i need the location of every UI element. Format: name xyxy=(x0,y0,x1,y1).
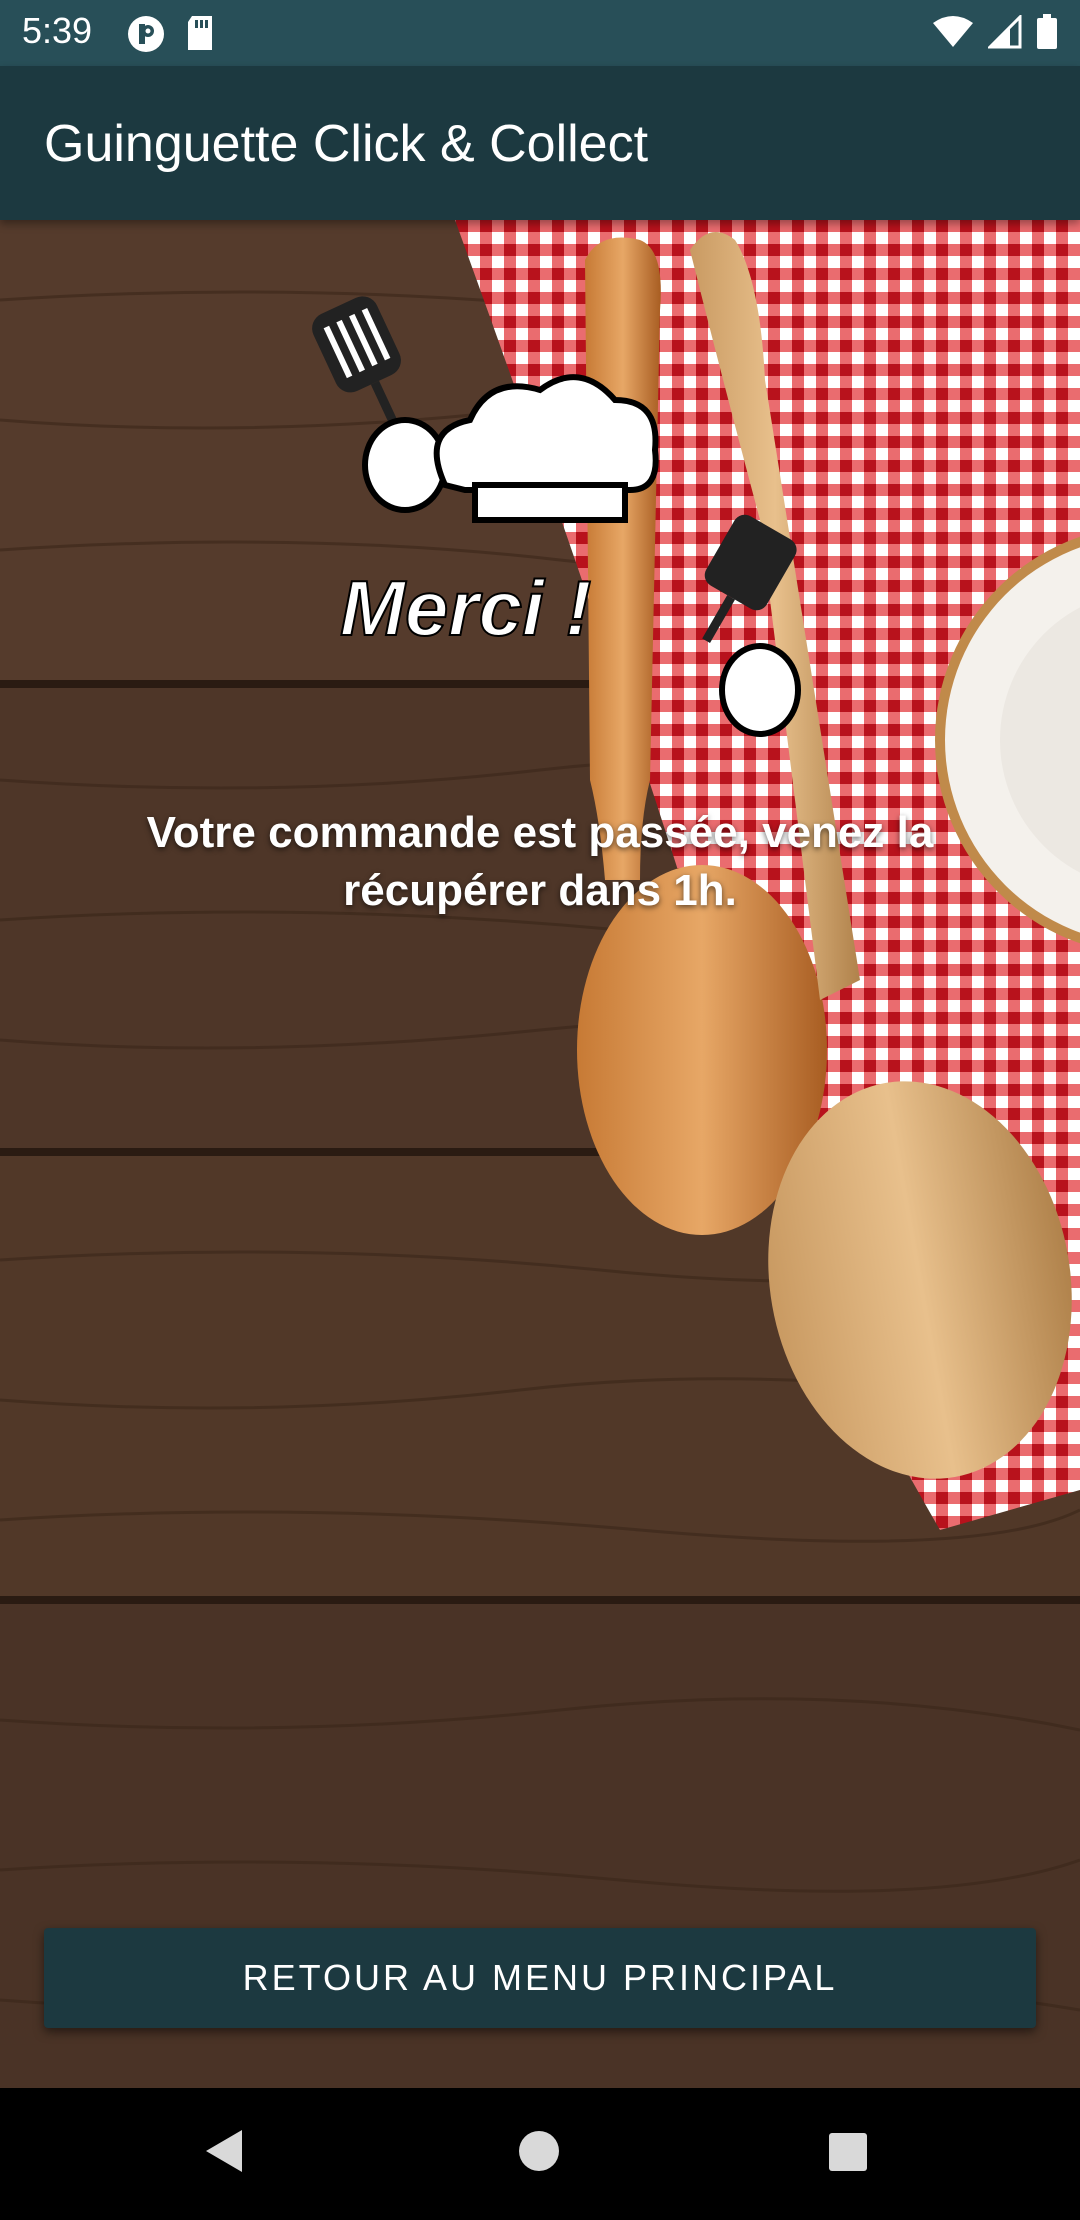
status-bar: 5:39 xyxy=(0,0,1080,66)
wifi-icon xyxy=(933,16,973,47)
battery-icon xyxy=(1037,14,1057,49)
sd-card-icon xyxy=(188,16,212,50)
chef-merci-illustration: Merci ! xyxy=(312,296,801,737)
back-to-main-menu-button[interactable]: RETOUR AU MENU PRINCIPAL xyxy=(44,1928,1036,2028)
status-icons-right xyxy=(932,14,1058,50)
home-icon[interactable] xyxy=(518,2130,560,2172)
main-content: Merci ! Votre commande est passée, venez… xyxy=(0,220,1080,2088)
app-bar: Guinguette Click & Collect xyxy=(0,66,1080,220)
status-icons-left xyxy=(126,14,216,54)
app-title: Guinguette Click & Collect xyxy=(44,115,649,173)
signal-icon xyxy=(988,15,1022,49)
recents-icon[interactable] xyxy=(828,2132,868,2172)
turner-icon xyxy=(702,514,797,643)
status-time: 5:39 xyxy=(22,10,93,51)
notification-p-icon xyxy=(128,16,164,52)
back-to-main-menu-label: RETOUR AU MENU PRINCIPAL xyxy=(242,1957,838,1998)
chef-hat-icon xyxy=(433,374,659,523)
system-nav-bar xyxy=(0,2088,1080,2220)
order-confirmation-message: Votre commande est passée, venez la récu… xyxy=(146,808,934,915)
back-icon[interactable] xyxy=(204,2128,244,2174)
merci-logo-text: Merci ! xyxy=(340,564,591,652)
